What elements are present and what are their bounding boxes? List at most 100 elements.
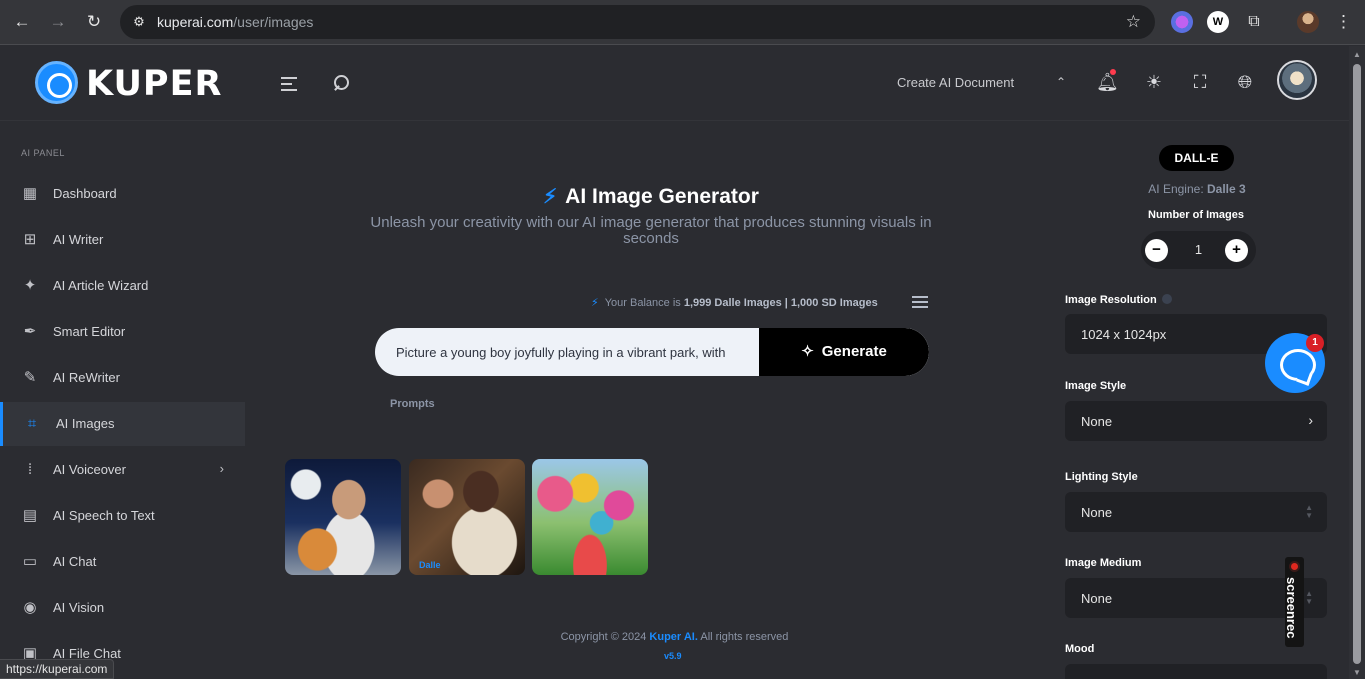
- site-settings-icon[interactable]: ⚙: [131, 14, 147, 30]
- back-arrow-icon[interactable]: ←: [11, 11, 33, 33]
- notification-bell-icon[interactable]: 🔔︎: [1096, 72, 1119, 92]
- increment-button[interactable]: +: [1225, 239, 1248, 262]
- screenrec-label: screenrec: [1284, 577, 1299, 639]
- sidebar-item-label: AI Images: [56, 416, 115, 431]
- page-subtitle: Unleash your creativity with our AI imag…: [370, 214, 932, 247]
- lighting-style-value: None: [1081, 505, 1113, 520]
- sidebar-item-ai-images[interactable]: ⌗ AI Images: [0, 402, 245, 446]
- chat-unread-badge: 1: [1306, 334, 1324, 352]
- sidebar-item-ai-writer[interactable]: ⊞ AI Writer: [0, 218, 245, 262]
- sidebar-item-label: Dashboard: [53, 186, 117, 201]
- lighting-style-select[interactable]: None ▲ ▼: [1065, 492, 1327, 532]
- sidebar-item-ai-article-wizard[interactable]: ✦ AI Article Wizard: [0, 264, 245, 308]
- fullscreen-icon[interactable]: ⛶: [1190, 72, 1210, 92]
- app-version: v5.9: [664, 651, 682, 661]
- brand-name[interactable]: KUPER: [86, 64, 222, 104]
- address-url[interactable]: kuperai.com/user/images: [157, 14, 313, 30]
- chevron-right-icon: ›: [219, 461, 224, 476]
- chat-icon: ▭: [22, 553, 38, 570]
- bolt-icon: ⚡︎: [591, 297, 599, 309]
- screenrec-widget[interactable]: screenrec: [1284, 557, 1304, 647]
- ai-writer-icon: ⊞: [23, 231, 37, 248]
- image-style-select[interactable]: None ›: [1065, 401, 1327, 441]
- engine-label: Dalle: [419, 560, 441, 570]
- image-style-label: Image Style: [1065, 380, 1127, 392]
- advanced-settings-icon[interactable]: [912, 294, 928, 310]
- prompt-input[interactable]: [375, 328, 759, 376]
- select-arrows-icon: ▲ ▼: [1305, 589, 1313, 606]
- mood-label: Mood: [1065, 643, 1095, 655]
- browser-menu-icon[interactable]: ⋮: [1335, 11, 1352, 33]
- image-medium-label: Image Medium: [1065, 557, 1142, 569]
- lighting-style-label: Lighting Style: [1065, 471, 1138, 483]
- language-globe-icon[interactable]: 🌐︎: [1235, 72, 1255, 92]
- chevron-up-icon[interactable]: ⌃: [1056, 75, 1066, 89]
- generated-image-thumbnail[interactable]: [532, 459, 648, 575]
- generate-button[interactable]: ✧ Generate: [759, 328, 929, 376]
- bookmark-star-icon[interactable]: ☆: [1126, 12, 1141, 32]
- select-arrows-icon: ▲ ▼: [1305, 503, 1313, 520]
- chevron-right-icon: ›: [1308, 412, 1313, 428]
- engine-selector-button[interactable]: DALL-E: [1159, 145, 1234, 171]
- sidebar: AI PANEL ▦ Dashboard ⊞ AI Writer ✦ AI Ar…: [0, 121, 250, 679]
- page-scrollbar[interactable]: ▲ ▼: [1349, 46, 1365, 679]
- page-title: ⚡︎ AI Image Generator: [543, 185, 759, 208]
- sidebar-item-ai-vision[interactable]: ◉ AI Vision: [0, 586, 245, 630]
- sidebar-item-ai-chat[interactable]: ▭ AI Chat: [0, 540, 245, 584]
- footer-brand-link[interactable]: Kuper AI.: [649, 631, 698, 643]
- engine-info: AI Engine: Dalle 3: [1148, 182, 1246, 196]
- sidebar-section-label: AI PANEL: [21, 148, 65, 158]
- dashboard-icon: ▦: [22, 185, 38, 202]
- sparkle-icon: ✦: [23, 277, 37, 294]
- feather-icon: ✒: [23, 323, 37, 340]
- image-style-value: None: [1081, 414, 1113, 429]
- sidebar-item-ai-rewriter[interactable]: ✎ AI ReWriter: [0, 356, 245, 400]
- magic-wand-icon: ✧: [801, 343, 814, 360]
- app-header: KUPER Create AI Document ⌃ 🔔︎ ☀ ⛶ 🌐︎: [0, 46, 1349, 121]
- address-bar[interactable]: ⚙ kuperai.com/user/images ☆: [120, 5, 1155, 39]
- image-scan-icon: ⌗: [27, 415, 37, 432]
- scroll-down-icon[interactable]: ▼: [1353, 668, 1361, 677]
- scrollbar-thumb[interactable]: [1353, 64, 1361, 664]
- forward-arrow-icon[interactable]: →: [47, 11, 69, 33]
- theme-sun-icon[interactable]: ☀: [1144, 72, 1164, 92]
- sidebar-item-dashboard[interactable]: ▦ Dashboard: [0, 172, 245, 216]
- kuper-logo-icon[interactable]: [35, 61, 78, 104]
- info-icon[interactable]: [1161, 294, 1172, 304]
- create-ai-document-button[interactable]: Create AI Document: [897, 75, 1014, 90]
- sidebar-item-label: AI Voiceover: [53, 462, 126, 477]
- scroll-up-icon[interactable]: ▲: [1353, 50, 1361, 59]
- sidebar-item-label: AI Vision: [53, 600, 105, 615]
- sidebar-item-label: AI Writer: [53, 232, 104, 247]
- extension-brain-icon[interactable]: [1171, 11, 1193, 33]
- browser-toolbar: ← → ↻ ⚙ kuperai.com/user/images ☆ W ⧉ ⋮: [0, 0, 1365, 45]
- waveform-icon: ⦙: [28, 461, 32, 478]
- browser-profile-avatar[interactable]: [1297, 11, 1319, 33]
- balance-info: ⚡︎ Your Balance is 1,999 Dalle Images | 1…: [591, 297, 878, 309]
- number-of-images-stepper: − 1 +: [1141, 231, 1256, 269]
- sidebar-item-smart-editor[interactable]: ✒ Smart Editor: [0, 310, 245, 354]
- generated-image-thumbnail[interactable]: [285, 459, 401, 575]
- sidebar-item-ai-speech-to-text[interactable]: ▤ AI Speech to Text: [0, 494, 245, 538]
- mood-select[interactable]: [1065, 664, 1327, 679]
- main-content: ⚡︎ AI Image Generator Unleash your creati…: [250, 121, 1050, 679]
- pen-icon: ✎: [23, 369, 37, 386]
- menu-toggle-icon[interactable]: [281, 77, 297, 91]
- sidebar-item-label: Smart Editor: [53, 324, 126, 339]
- extensions-puzzle-icon[interactable]: ⧉: [1243, 11, 1265, 33]
- reload-icon[interactable]: ↻: [83, 11, 105, 33]
- prompts-link[interactable]: Prompts: [390, 398, 435, 410]
- generated-image-thumbnail[interactable]: Dalle: [409, 459, 525, 575]
- user-avatar[interactable]: [1277, 60, 1317, 100]
- vision-icon: ◉: [23, 599, 37, 616]
- extension-w-icon[interactable]: W: [1207, 11, 1229, 33]
- settings-panel: DALL-E AI Engine: Dalle 3 Number of Imag…: [1050, 121, 1349, 679]
- sidebar-item-label: AI ReWriter: [53, 370, 120, 385]
- magic-wand-icon: ⚡︎: [543, 186, 558, 208]
- number-of-images-label: Number of Images: [1148, 209, 1244, 221]
- search-icon[interactable]: [333, 75, 349, 91]
- image-medium-value: None: [1081, 591, 1113, 606]
- sidebar-item-ai-voiceover[interactable]: ⦙ AI Voiceover ›: [0, 448, 245, 492]
- speech-text-icon: ▤: [22, 507, 38, 524]
- status-bar-url: https://kuperai.com: [0, 659, 115, 679]
